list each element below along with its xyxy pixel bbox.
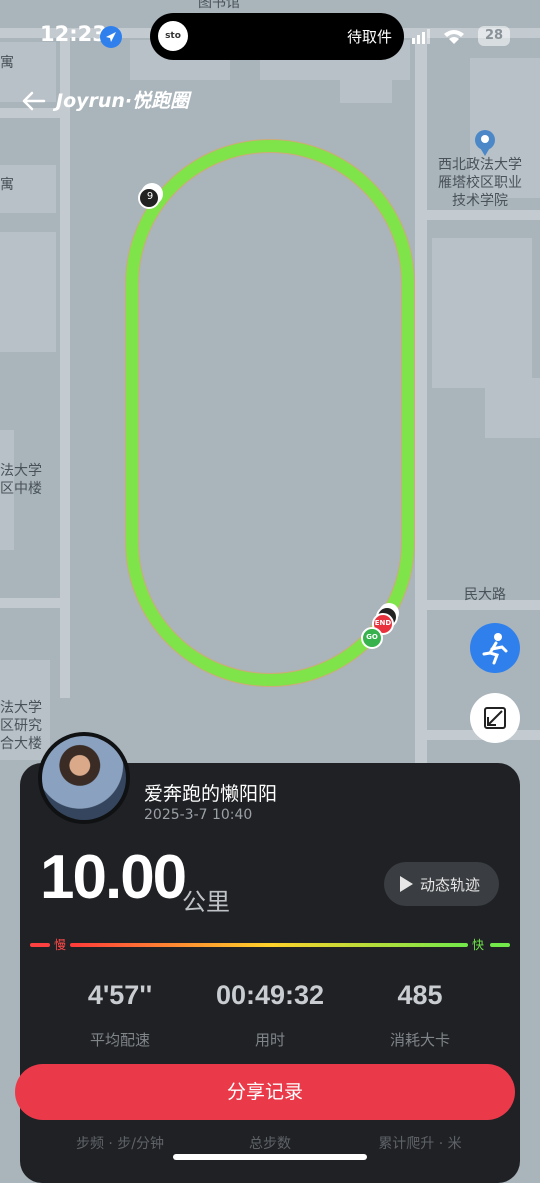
- home-indicator[interactable]: [173, 1154, 367, 1160]
- map-label-left-1: 寓: [0, 55, 14, 71]
- avatar-photo: [42, 736, 126, 820]
- map-label-left-mid: 法大学 区中楼: [0, 463, 42, 497]
- island-text: 待取件: [346, 28, 392, 46]
- replay-track-label: 动态轨迹: [420, 876, 481, 894]
- map-label-road: 民大路: [464, 587, 506, 603]
- elevation-gain-label: 累计爬升 · 米: [378, 1136, 462, 1152]
- share-record-button[interactable]: 分享记录: [15, 1064, 515, 1120]
- signal-wifi-icon: [412, 29, 464, 44]
- map-label-top: 图书馆: [198, 0, 240, 11]
- duration-label: 用时: [254, 1031, 285, 1049]
- map-label-left-bottom: 法大学 区研究 合大楼: [0, 700, 42, 752]
- total-steps-label: 总步数: [249, 1136, 291, 1152]
- lap-marker-label: 9: [146, 191, 154, 202]
- pace-label: 平均配速: [89, 1031, 150, 1049]
- pace-value: 4'57'': [87, 980, 153, 1010]
- record-datetime: 2025-3-7 10:40: [144, 807, 253, 823]
- status-time: 12:23: [40, 22, 107, 46]
- fullscreen-button[interactable]: [470, 693, 520, 743]
- duration-value: 00:49:32: [215, 980, 325, 1010]
- distance-value: 10.00: [40, 843, 187, 912]
- speed-slow-label: 慢: [54, 938, 67, 952]
- end-marker-label: END: [374, 619, 392, 627]
- distance-unit: 公里: [182, 888, 230, 916]
- brand-logo: Joyrun·悦跑圈: [56, 90, 190, 112]
- record-card: [20, 763, 520, 1183]
- map-label-left-2: 寓: [0, 177, 14, 193]
- back-arrow-icon: [22, 91, 46, 111]
- runner-icon: [482, 633, 508, 665]
- go-marker-label: GO: [366, 633, 378, 641]
- sto-logo-icon: sto: [158, 21, 188, 51]
- battery-icon: 28: [478, 26, 510, 46]
- calories-label: 消耗大卡: [389, 1031, 450, 1049]
- location-arrow-icon: [100, 26, 122, 48]
- cadence-label: 步频 · 步/分钟: [75, 1136, 165, 1152]
- calories-value: 485: [397, 980, 443, 1010]
- speed-bar-fast-segment: [490, 943, 510, 947]
- status-icons: 28: [410, 26, 514, 48]
- username: 爱奔跑的懒阳阳: [144, 783, 278, 805]
- replay-track-button[interactable]: 动态轨迹: [384, 862, 499, 906]
- run-mode-button[interactable]: [470, 623, 520, 673]
- avatar[interactable]: [38, 732, 130, 824]
- speed-bar-slow-segment: [30, 943, 50, 947]
- map-label-poi: 西北政法大学 雁塔校区职业 技术学院: [438, 157, 522, 209]
- back-button[interactable]: [18, 86, 48, 116]
- expand-icon: [484, 707, 506, 729]
- play-icon: [400, 876, 413, 892]
- speed-legend: 慢 快: [30, 936, 510, 952]
- speed-gradient-bar: [70, 943, 468, 947]
- speed-fast-label: 快: [472, 938, 485, 952]
- dynamic-island[interactable]: sto 待取件: [150, 13, 404, 60]
